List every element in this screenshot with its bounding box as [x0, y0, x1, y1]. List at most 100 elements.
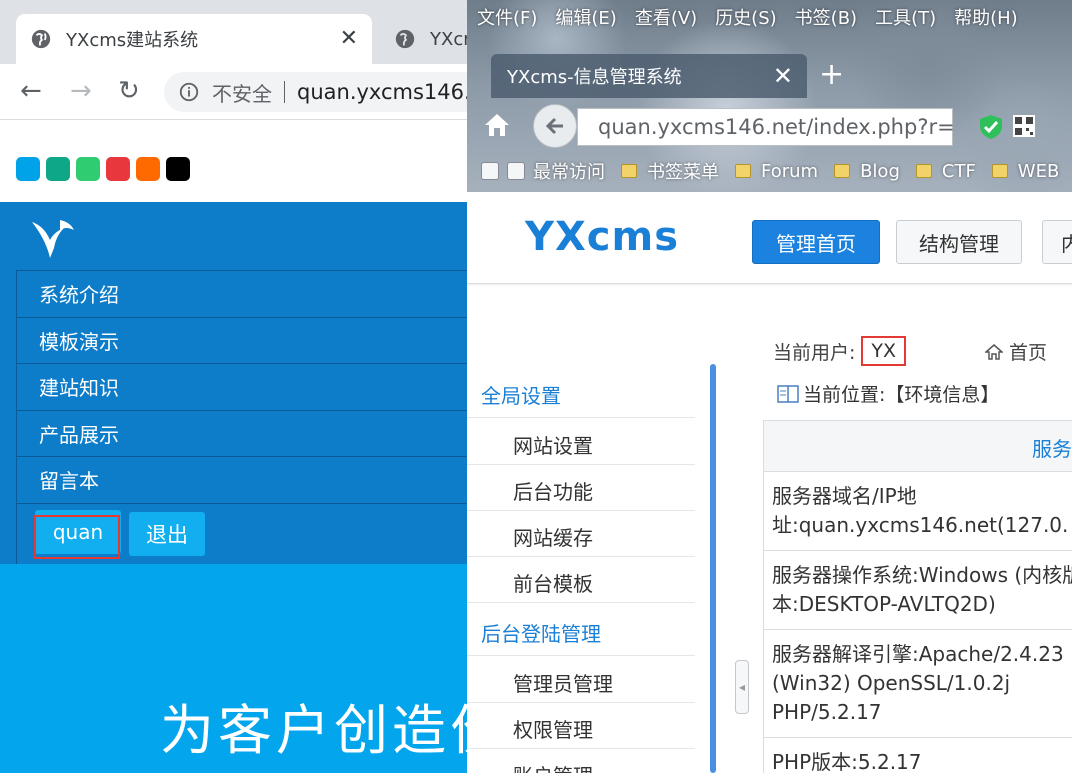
bookmark-label: 最常访问	[533, 162, 605, 183]
not-secure-label: 不安全	[212, 81, 272, 106]
new-tab-icon[interactable]: +	[819, 58, 844, 92]
chrome-tab-bar: YXcms建站系统 ✕ YXcm	[0, 0, 470, 64]
folder-icon	[735, 164, 751, 178]
swatch-color[interactable]	[16, 157, 40, 181]
sidebar-item-accounts[interactable]: 账户管理	[513, 760, 593, 773]
breadcrumb-home-label: 首页	[1009, 342, 1048, 364]
book-icon	[777, 384, 799, 403]
site-header: 系统介绍 模板演示 建站知识 产品展示 留言本 quan 退出	[0, 202, 470, 565]
bookmark-web[interactable]: WEB	[991, 161, 1059, 182]
menu-item-templates[interactable]: 模板演示	[16, 316, 470, 363]
forward-arrow-icon[interactable]: →	[70, 76, 92, 106]
chrome-window: YXcms建站系统 ✕ YXcm ← → ↻ 不安全 quan.yxcms146…	[0, 0, 470, 773]
bookmarks-toolbar: 最常访问 书签菜单 Forum Blog CTF WEB	[481, 158, 1072, 184]
theme-color-swatches	[16, 157, 190, 181]
folder-icon	[834, 164, 851, 178]
current-user: 当前用户: YX	[773, 336, 907, 366]
shield-check-icon[interactable]	[979, 114, 1003, 140]
back-arrow-icon[interactable]: ←	[20, 76, 42, 106]
admin-header: YXcms 管理首页 结构管理 内	[467, 192, 1072, 284]
bookmark-frequent[interactable]: 最常访问	[481, 158, 605, 184]
menu-item-knowledge[interactable]: 建站知识	[16, 363, 470, 410]
folder-icon	[991, 164, 1008, 178]
menu-edit[interactable]: 编辑(E)	[555, 4, 616, 30]
menu-item-guestbook[interactable]: 留言本	[16, 456, 470, 503]
menu-file[interactable]: 文件(F)	[477, 4, 537, 30]
nav-content[interactable]: 内	[1042, 220, 1072, 264]
admin-sidebar: 全局设置 网站设置 后台功能 网站缓存 前台模板 后台登陆管理 管理员管理 权限…	[467, 364, 697, 773]
close-tab-icon[interactable]: ✕	[340, 26, 358, 51]
divider	[467, 702, 695, 703]
globe-icon	[31, 29, 51, 49]
yxcms-logo[interactable]: YXcms	[525, 214, 679, 260]
info-icon[interactable]	[178, 81, 200, 103]
nav-admin-home[interactable]: 管理首页	[752, 220, 880, 264]
bookmark-menu[interactable]: 书签菜单	[621, 158, 719, 184]
bookmark-forum[interactable]: Forum	[735, 161, 818, 182]
menu-history[interactable]: 历史(S)	[715, 4, 776, 30]
back-arrow-icon[interactable]	[533, 104, 577, 148]
current-location: 当前位置:【环境信息】	[777, 380, 999, 407]
search-page-icon	[507, 162, 525, 180]
swatch-color[interactable]	[136, 157, 160, 181]
bird-logo-icon[interactable]	[30, 218, 76, 260]
menu-view[interactable]: 查看(V)	[635, 4, 697, 30]
divider	[467, 417, 695, 418]
bookmark-blog[interactable]: Blog	[834, 161, 900, 182]
hero-banner: 为客户创造价	[0, 564, 470, 773]
bookmark-label: Forum	[761, 160, 819, 182]
bookmark-ctf[interactable]: CTF	[915, 161, 976, 182]
breadcrumb-home[interactable]: 首页	[984, 338, 1048, 365]
collapse-sidebar-chevron-icon[interactable]: ◂	[735, 660, 749, 714]
divider	[467, 510, 695, 511]
url-bar[interactable]: quan.yxcms146.net/index.php?r=	[577, 108, 955, 146]
firefox-tab[interactable]: YXcms-信息管理系统 ✕	[491, 54, 807, 98]
sidebar-item-permissions[interactable]: 权限管理	[513, 714, 593, 743]
sidebar-scrollbar[interactable]	[710, 364, 716, 773]
home-icon[interactable]	[483, 112, 511, 138]
highlight-box	[34, 515, 120, 559]
table-row: 服务器解译引擎:Apache/2.4.23 (Win32) OpenSSL/1.…	[763, 630, 1072, 738]
menu-help[interactable]: 帮助(H)	[954, 4, 1018, 30]
chrome-toolbar: ← → ↻ 不安全 quan.yxcms146.n	[0, 64, 470, 120]
swatch-color[interactable]	[166, 157, 190, 181]
menu-bookmarks[interactable]: 书签(B)	[795, 4, 857, 30]
swatch-color[interactable]	[106, 157, 130, 181]
menu-item-label: 产品展示	[39, 422, 119, 447]
folder-icon	[915, 164, 932, 178]
banner-text: 为客户创造价	[160, 699, 470, 762]
divider	[467, 464, 695, 465]
swatch-color[interactable]	[76, 157, 100, 181]
bookmark-label: Blog	[860, 160, 900, 182]
sidebar-item-frontend-templates[interactable]: 前台模板	[513, 568, 593, 597]
swatch-color[interactable]	[46, 157, 70, 181]
menu-item-intro[interactable]: 系统介绍	[16, 270, 470, 317]
omnibox-divider	[284, 81, 285, 103]
address-url[interactable]: quan.yxcms146.n	[297, 80, 470, 104]
logout-button[interactable]: 退出	[129, 511, 205, 556]
sidebar-item-admin-users[interactable]: 管理员管理	[513, 668, 613, 697]
chrome-tab-inactive[interactable]: YXcm	[380, 14, 470, 64]
nav-structure[interactable]: 结构管理	[896, 220, 1022, 264]
sidebar-group-global[interactable]: 全局设置	[481, 380, 561, 409]
current-user-name: YX	[861, 336, 907, 366]
url-text[interactable]: quan.yxcms146.net/index.php?r=	[598, 115, 955, 139]
omnibox[interactable]: 不安全 quan.yxcms146.n	[164, 72, 470, 112]
sidebar-item-backend-features[interactable]: 后台功能	[513, 476, 593, 505]
reload-icon[interactable]: ↻	[118, 76, 140, 106]
table-header: 服务	[763, 420, 1072, 472]
qr-code-icon[interactable]	[1012, 114, 1036, 138]
table-row: PHP版本:5.2.17	[763, 738, 1072, 773]
chrome-tab-active[interactable]: YXcms建站系统 ✕	[16, 14, 372, 64]
divider	[467, 602, 695, 603]
sidebar-group-login[interactable]: 后台登陆管理	[481, 618, 601, 647]
sidebar-item-site-settings[interactable]: 网站设置	[513, 430, 593, 459]
menu-tools[interactable]: 工具(T)	[875, 4, 936, 30]
menu-item-products[interactable]: 产品展示	[16, 409, 470, 456]
folder-icon	[621, 164, 637, 178]
menu-item-label: 模板演示	[39, 329, 119, 354]
close-tab-icon[interactable]: ✕	[773, 62, 793, 90]
table-header-label: 服务	[1032, 437, 1072, 461]
sidebar-item-site-cache[interactable]: 网站缓存	[513, 522, 593, 551]
menu-item-label: 留言本	[39, 469, 99, 494]
